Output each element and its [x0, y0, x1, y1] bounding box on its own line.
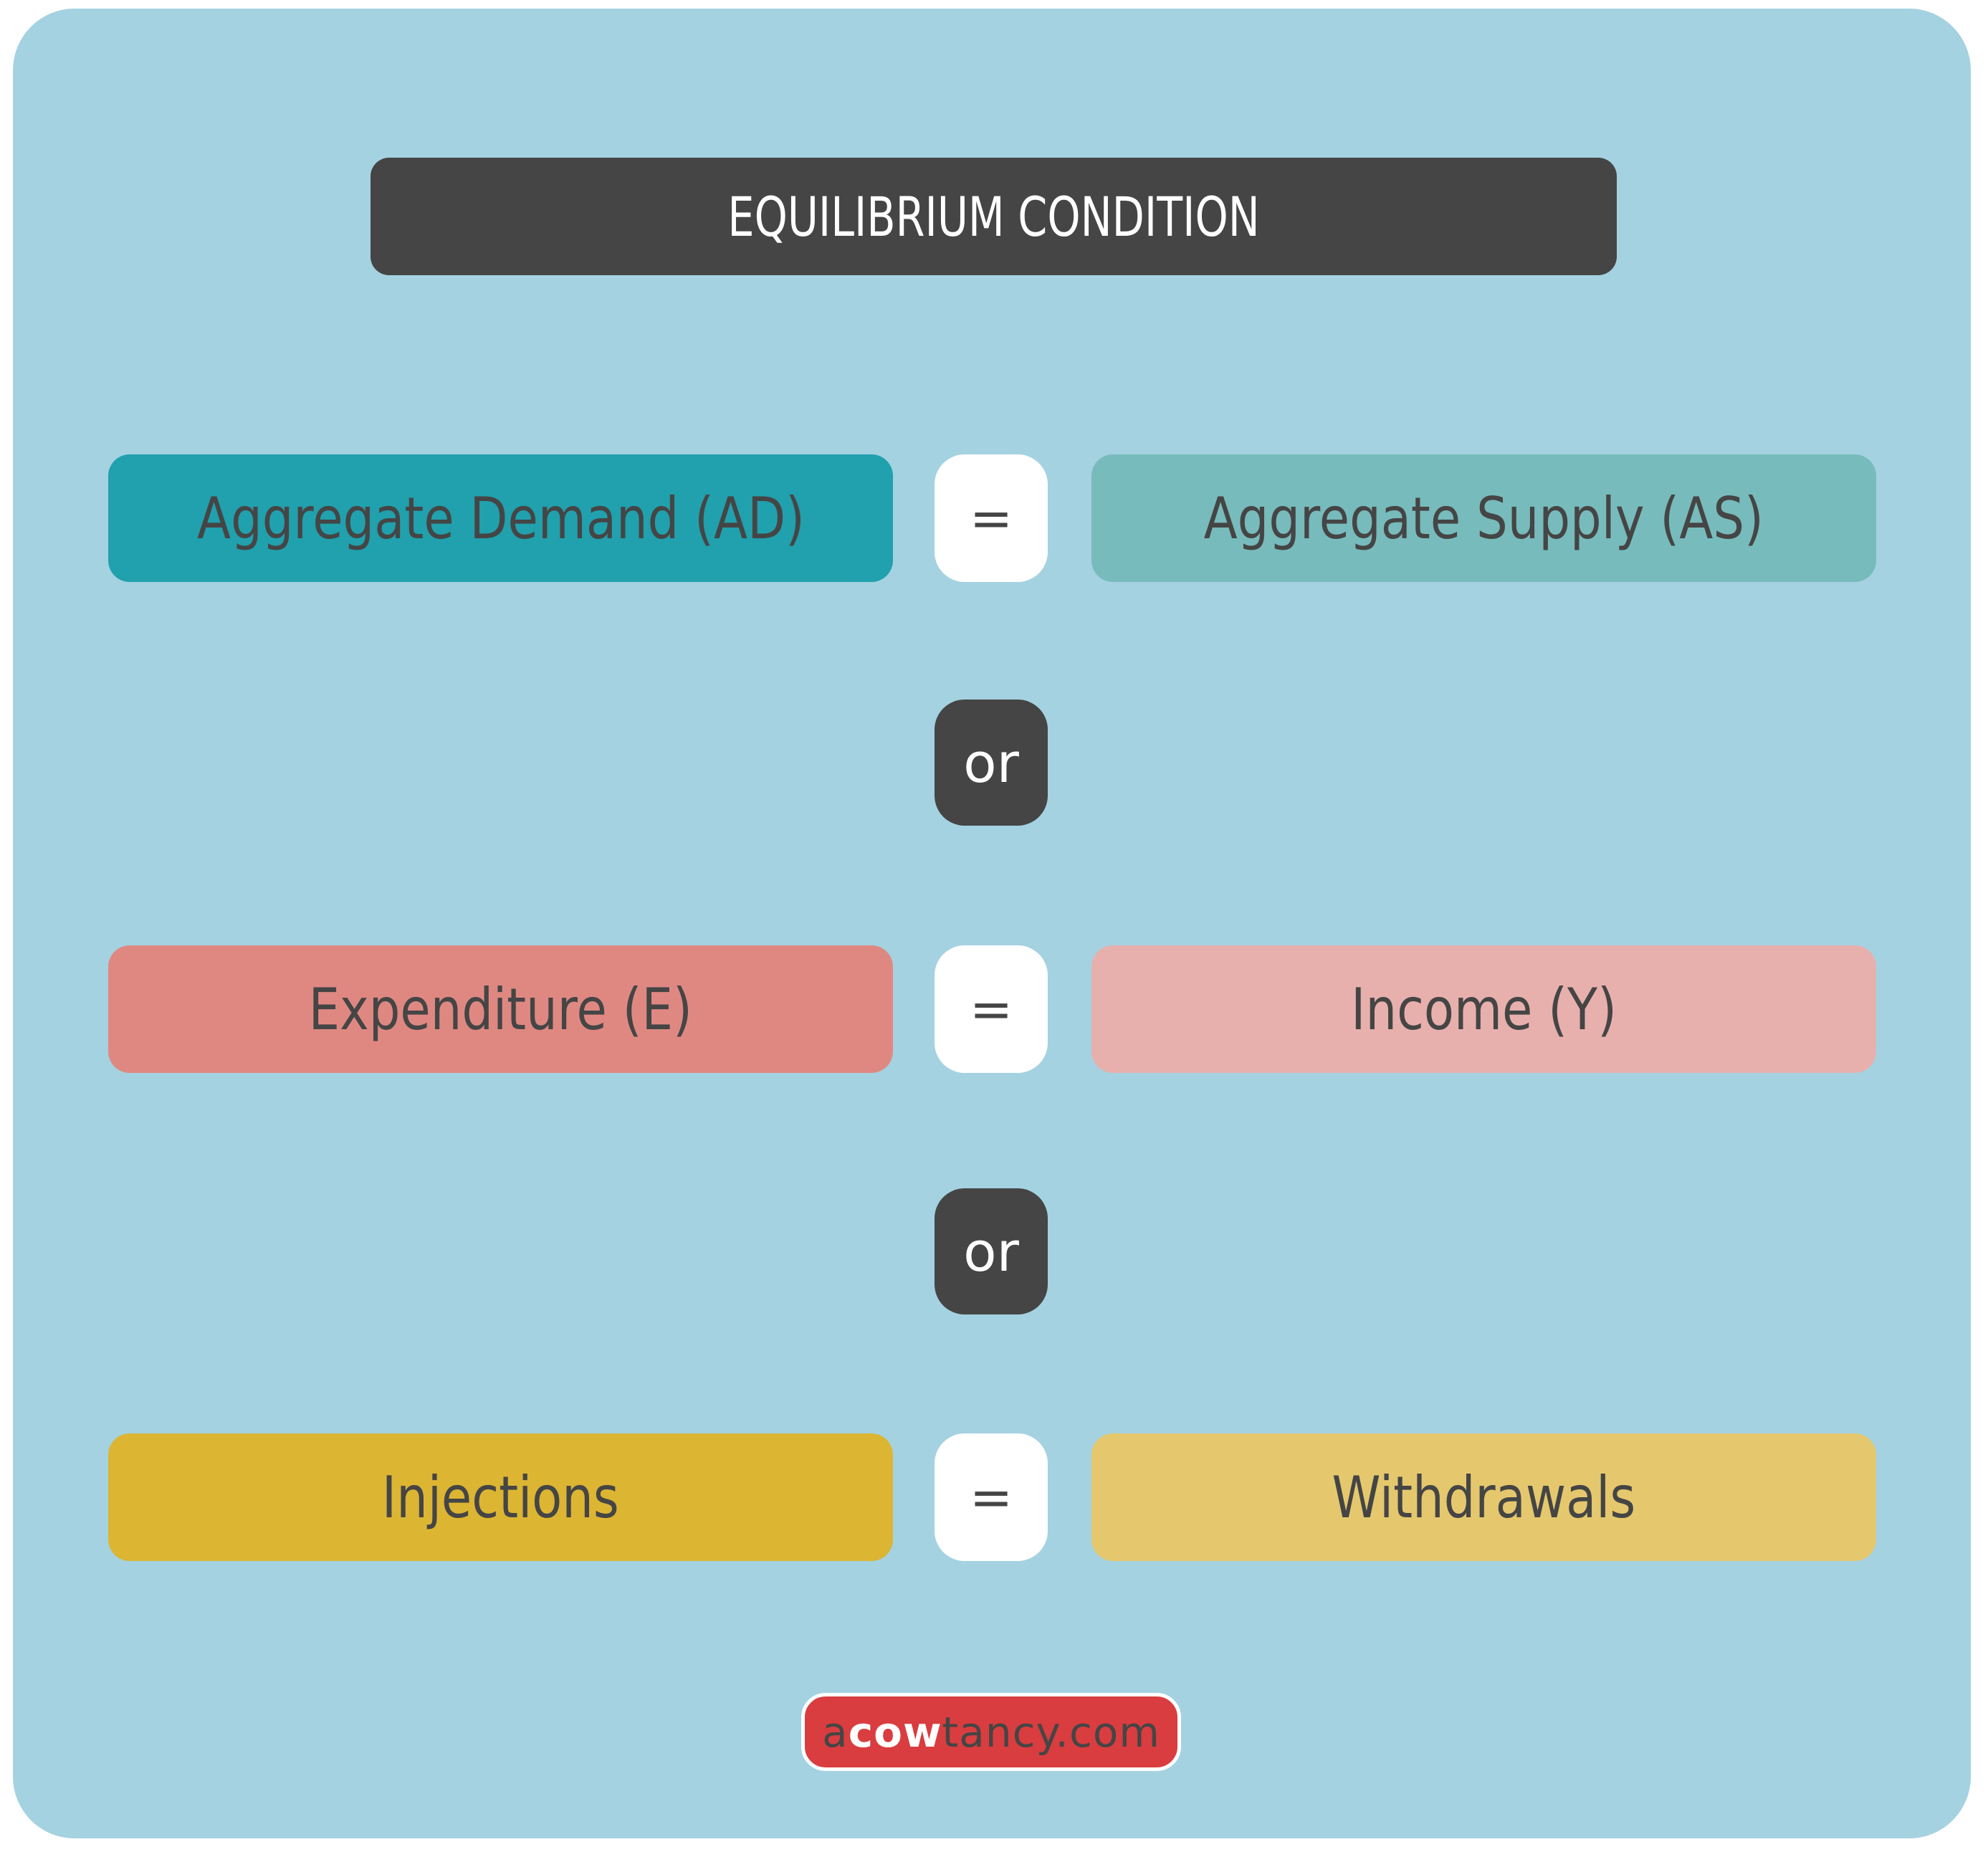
equals-symbol: =: [969, 1467, 1013, 1527]
diagram-title: EQUILIBRIUM CONDITION: [371, 158, 1617, 275]
expenditure-label: Expenditure (E): [308, 975, 693, 1043]
income-box: Income (Y): [1091, 945, 1876, 1073]
equals-sign-2: =: [935, 945, 1048, 1073]
equals-symbol: =: [969, 488, 1013, 548]
or-connector-2: or: [935, 1188, 1048, 1314]
or-label: or: [963, 1219, 1019, 1284]
aggregate-supply-box: Aggregate Supply (AS): [1091, 454, 1876, 582]
equals-sign-1: =: [935, 454, 1048, 582]
expenditure-box: Expenditure (E): [108, 945, 893, 1073]
withdrawals-box: Withdrawals: [1091, 1433, 1876, 1561]
background-panel: [13, 9, 1971, 1838]
aggregate-demand-label: Aggregate Demand (AD): [196, 485, 805, 552]
diagram-title-text: EQUILIBRIUM CONDITION: [727, 184, 1260, 249]
equals-symbol: =: [969, 979, 1013, 1039]
withdrawals-label: Withdrawals: [1332, 1464, 1636, 1531]
injections-label: Injections: [382, 1464, 619, 1531]
or-connector-1: or: [935, 700, 1048, 826]
or-label: or: [963, 730, 1019, 795]
equals-sign-3: =: [935, 1433, 1048, 1561]
logo-highlight: cow: [848, 1707, 942, 1757]
income-label: Income (Y): [1351, 975, 1617, 1043]
aggregate-demand-box: Aggregate Demand (AD): [108, 454, 893, 582]
acowtancy-logo[interactable]: a cow tancy.com: [801, 1693, 1181, 1771]
injections-box: Injections: [108, 1433, 893, 1561]
logo-suffix: tancy.com: [942, 1707, 1160, 1757]
aggregate-supply-label: Aggregate Supply (AS): [1203, 485, 1764, 552]
logo-prefix: a: [822, 1707, 849, 1757]
